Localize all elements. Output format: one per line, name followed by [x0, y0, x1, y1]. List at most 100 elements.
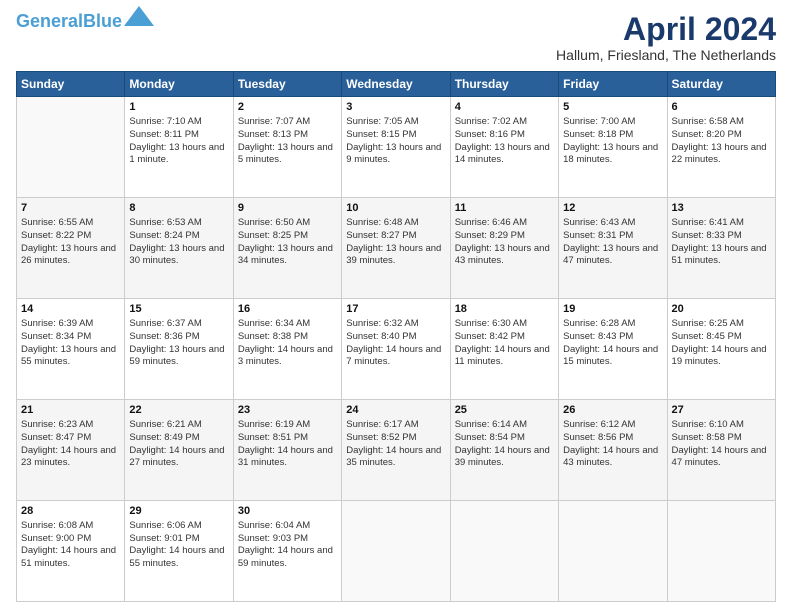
calendar-cell: 21Sunrise: 6:23 AMSunset: 8:47 PMDayligh…	[17, 400, 125, 501]
daylight-text: Daylight: 14 hours and 27 minutes.	[129, 445, 224, 469]
calendar-cell: 18Sunrise: 6:30 AMSunset: 8:42 PMDayligh…	[450, 299, 558, 400]
calendar-week-row: 28Sunrise: 6:08 AMSunset: 9:00 PMDayligh…	[17, 501, 776, 602]
day-number: 22	[129, 403, 228, 418]
sunset-text: Sunset: 9:00 PM	[21, 533, 91, 544]
daylight-text: Daylight: 13 hours and 30 minutes.	[129, 243, 224, 267]
sunrise-text: Sunrise: 6:04 AM	[238, 520, 310, 531]
sunrise-text: Sunrise: 6:17 AM	[346, 419, 418, 430]
sunrise-text: Sunrise: 7:02 AM	[455, 116, 527, 127]
sunrise-text: Sunrise: 6:32 AM	[346, 318, 418, 329]
sunset-text: Sunset: 8:27 PM	[346, 230, 416, 241]
header: GeneralBlue April 2024 Hallum, Friesland…	[16, 12, 776, 63]
sunset-text: Sunset: 8:58 PM	[672, 432, 742, 443]
day-number: 14	[21, 302, 120, 317]
main-title: April 2024	[556, 12, 776, 47]
calendar-cell: 2Sunrise: 7:07 AMSunset: 8:13 PMDaylight…	[233, 97, 341, 198]
calendar-cell: 1Sunrise: 7:10 AMSunset: 8:11 PMDaylight…	[125, 97, 233, 198]
calendar-header-wednesday: Wednesday	[342, 72, 450, 97]
calendar-header-monday: Monday	[125, 72, 233, 97]
sunset-text: Sunset: 8:45 PM	[672, 331, 742, 342]
sunset-text: Sunset: 8:52 PM	[346, 432, 416, 443]
sunset-text: Sunset: 8:16 PM	[455, 129, 525, 140]
day-number: 25	[455, 403, 554, 418]
sunset-text: Sunset: 8:34 PM	[21, 331, 91, 342]
sunrise-text: Sunrise: 6:21 AM	[129, 419, 201, 430]
sunset-text: Sunset: 8:22 PM	[21, 230, 91, 241]
sunrise-text: Sunrise: 6:12 AM	[563, 419, 635, 430]
day-number: 3	[346, 100, 445, 115]
daylight-text: Daylight: 14 hours and 3 minutes.	[238, 344, 333, 368]
sunrise-text: Sunrise: 6:06 AM	[129, 520, 201, 531]
calendar-cell: 13Sunrise: 6:41 AMSunset: 8:33 PMDayligh…	[667, 198, 775, 299]
calendar-week-row: 1Sunrise: 7:10 AMSunset: 8:11 PMDaylight…	[17, 97, 776, 198]
sunrise-text: Sunrise: 6:30 AM	[455, 318, 527, 329]
day-number: 21	[21, 403, 120, 418]
sunset-text: Sunset: 8:38 PM	[238, 331, 308, 342]
sunset-text: Sunset: 8:15 PM	[346, 129, 416, 140]
calendar-cell: 27Sunrise: 6:10 AMSunset: 8:58 PMDayligh…	[667, 400, 775, 501]
daylight-text: Daylight: 13 hours and 59 minutes.	[129, 344, 224, 368]
daylight-text: Daylight: 13 hours and 43 minutes.	[455, 243, 550, 267]
calendar-cell: 30Sunrise: 6:04 AM Sunset: 9:03 PMDayligh…	[233, 501, 341, 602]
sunset-text: Sunset: 8:20 PM	[672, 129, 742, 140]
sunrise-text: Sunrise: 6:43 AM	[563, 217, 635, 228]
day-number: 24	[346, 403, 445, 418]
title-section: April 2024 Hallum, Friesland, The Nether…	[556, 12, 776, 63]
daylight-text: Daylight: 14 hours and 7 minutes.	[346, 344, 441, 368]
logo-text: GeneralBlue	[16, 12, 122, 30]
daylight-text: Daylight: 13 hours and 34 minutes.	[238, 243, 333, 267]
sunrise-text: Sunrise: 6:10 AM	[672, 419, 744, 430]
sunset-text: Sunset: 8:31 PM	[563, 230, 633, 241]
daylight-text: Daylight: 14 hours and 15 minutes.	[563, 344, 658, 368]
day-number: 10	[346, 201, 445, 216]
sunrise-text: Sunrise: 6:53 AM	[129, 217, 201, 228]
day-number: 29	[129, 504, 228, 519]
sunset-text: Sunset: 8:29 PM	[455, 230, 525, 241]
calendar-cell: 10Sunrise: 6:48 AMSunset: 8:27 PMDayligh…	[342, 198, 450, 299]
sunset-text: Sunset: 9:03 PM	[238, 533, 308, 544]
daylight-text: Daylight: 13 hours and 9 minutes.	[346, 142, 441, 166]
sunrise-text: Sunrise: 6:46 AM	[455, 217, 527, 228]
sunset-text: Sunset: 8:33 PM	[672, 230, 742, 241]
sunset-text: Sunset: 8:36 PM	[129, 331, 199, 342]
logo: GeneralBlue	[16, 12, 154, 30]
calendar-cell: 15Sunrise: 6:37 AMSunset: 8:36 PMDayligh…	[125, 299, 233, 400]
day-number: 6	[672, 100, 771, 115]
day-number: 28	[21, 504, 120, 519]
day-number: 27	[672, 403, 771, 418]
calendar-cell: 20Sunrise: 6:25 AMSunset: 8:45 PMDayligh…	[667, 299, 775, 400]
daylight-text: Daylight: 14 hours and 35 minutes.	[346, 445, 441, 469]
day-number: 16	[238, 302, 337, 317]
daylight-text: Daylight: 13 hours and 18 minutes.	[563, 142, 658, 166]
calendar-week-row: 21Sunrise: 6:23 AMSunset: 8:47 PMDayligh…	[17, 400, 776, 501]
logo-icon	[124, 6, 154, 26]
calendar-header-row: SundayMondayTuesdayWednesdayThursdayFrid…	[17, 72, 776, 97]
day-number: 1	[129, 100, 228, 115]
sunset-text: Sunset: 8:43 PM	[563, 331, 633, 342]
day-number: 30	[238, 504, 337, 519]
calendar-cell	[667, 501, 775, 602]
day-number: 23	[238, 403, 337, 418]
calendar-header-sunday: Sunday	[17, 72, 125, 97]
daylight-text: Daylight: 13 hours and 22 minutes.	[672, 142, 767, 166]
sunrise-text: Sunrise: 6:39 AM	[21, 318, 93, 329]
daylight-text: Daylight: 13 hours and 14 minutes.	[455, 142, 550, 166]
calendar-cell: 22Sunrise: 6:21 AMSunset: 8:49 PMDayligh…	[125, 400, 233, 501]
calendar-cell	[450, 501, 558, 602]
daylight-text: Daylight: 14 hours and 55 minutes.	[129, 545, 224, 569]
sunset-text: Sunset: 8:56 PM	[563, 432, 633, 443]
daylight-text: Daylight: 13 hours and 5 minutes.	[238, 142, 333, 166]
calendar-cell	[17, 97, 125, 198]
calendar-table: SundayMondayTuesdayWednesdayThursdayFrid…	[16, 71, 776, 602]
daylight-text: Daylight: 14 hours and 59 minutes.	[238, 545, 333, 569]
calendar-header-friday: Friday	[559, 72, 667, 97]
sunrise-text: Sunrise: 6:25 AM	[672, 318, 744, 329]
subtitle: Hallum, Friesland, The Netherlands	[556, 47, 776, 63]
sunset-text: Sunset: 9:01 PM	[129, 533, 199, 544]
day-number: 15	[129, 302, 228, 317]
calendar-cell: 19Sunrise: 6:28 AMSunset: 8:43 PMDayligh…	[559, 299, 667, 400]
sunrise-text: Sunrise: 7:05 AM	[346, 116, 418, 127]
sunset-text: Sunset: 8:42 PM	[455, 331, 525, 342]
calendar-cell: 29Sunrise: 6:06 AM Sunset: 9:01 PMDayligh…	[125, 501, 233, 602]
calendar-cell: 16Sunrise: 6:34 AMSunset: 8:38 PMDayligh…	[233, 299, 341, 400]
